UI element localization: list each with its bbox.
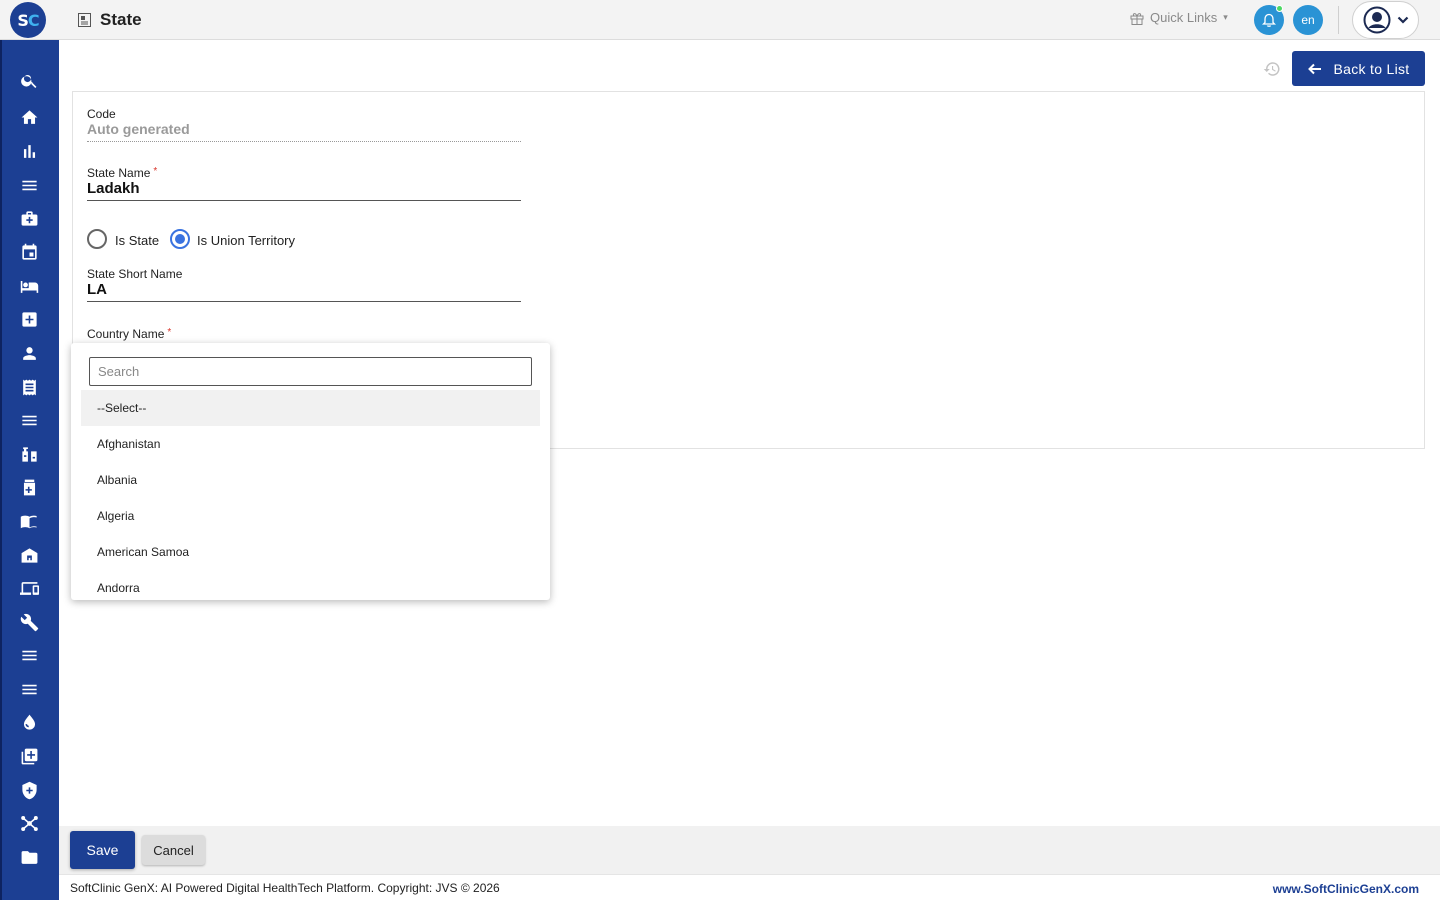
country-dropdown-panel: --Select-- Afghanistan Albania Algeria A… bbox=[71, 343, 550, 600]
page-title: State bbox=[100, 10, 142, 29]
state-name-label-text: State Name bbox=[87, 166, 151, 180]
arrow-left-icon bbox=[1307, 63, 1321, 74]
sidebar-calendar-icon[interactable] bbox=[18, 241, 40, 263]
sidebar-search-icon[interactable] bbox=[18, 69, 40, 91]
country-option[interactable]: Albania bbox=[81, 462, 540, 498]
language-button[interactable]: en bbox=[1293, 5, 1323, 35]
action-bar bbox=[59, 826, 1440, 874]
sidebar-folder-icon[interactable] bbox=[18, 846, 40, 868]
user-avatar-icon bbox=[1363, 6, 1390, 34]
caret-down-icon: ▾ bbox=[1223, 12, 1228, 22]
sidebar-receipt-icon[interactable] bbox=[18, 376, 40, 398]
profile-menu-button[interactable] bbox=[1352, 1, 1419, 39]
sidebar-medical-cross-icon[interactable] bbox=[18, 308, 40, 330]
sidebar-shield-icon[interactable] bbox=[18, 779, 40, 801]
sidebar-bed-icon[interactable] bbox=[18, 275, 40, 297]
sidebar-bar-chart-icon[interactable] bbox=[18, 140, 40, 162]
code-field-underline bbox=[87, 141, 521, 142]
country-options-list: --Select-- Afghanistan Albania Algeria A… bbox=[81, 390, 540, 600]
sidebar bbox=[0, 40, 59, 900]
country-option[interactable]: Algeria bbox=[81, 498, 540, 534]
state-short-name-input[interactable]: LA bbox=[87, 281, 107, 298]
required-marker: * bbox=[167, 327, 172, 338]
sidebar-person-icon[interactable] bbox=[18, 342, 40, 364]
is-state-radio[interactable] bbox=[87, 229, 107, 249]
back-to-list-label: Back to List bbox=[1333, 60, 1410, 77]
sidebar-medical-kit-icon[interactable] bbox=[18, 207, 40, 229]
country-option[interactable]: Andorra bbox=[81, 570, 540, 600]
notification-indicator bbox=[1276, 5, 1283, 12]
bell-icon bbox=[1262, 13, 1276, 27]
sidebar-menu-icon[interactable] bbox=[18, 174, 40, 196]
is-state-label[interactable]: Is State bbox=[115, 233, 159, 248]
is-union-territory-label[interactable]: Is Union Territory bbox=[197, 233, 295, 248]
sidebar-menu-icon-4[interactable] bbox=[18, 678, 40, 700]
footer-website-link[interactable]: www.SoftClinicGenX.com bbox=[1273, 882, 1419, 896]
state-short-name-label: State Short Name bbox=[87, 267, 183, 281]
footer: SoftClinic GenX: AI Powered Digital Heal… bbox=[59, 874, 1440, 900]
quick-links-label: Quick Links bbox=[1150, 10, 1218, 25]
state-name-input[interactable]: Ladakh bbox=[87, 180, 140, 197]
code-label: Code bbox=[87, 107, 116, 121]
sidebar-network-icon[interactable] bbox=[18, 812, 40, 834]
app-logo[interactable]: SC bbox=[10, 2, 46, 38]
sidebar-medicine-icon[interactable] bbox=[18, 476, 40, 498]
sidebar-home-icon[interactable] bbox=[18, 106, 40, 128]
country-name-label-text: Country Name bbox=[87, 327, 165, 341]
sidebar-add-library-icon[interactable] bbox=[18, 745, 40, 767]
is-union-territory-radio[interactable] bbox=[170, 229, 190, 249]
country-option[interactable]: Afghanistan bbox=[81, 426, 540, 462]
footer-copyright: SoftClinic GenX: AI Powered Digital Heal… bbox=[70, 881, 500, 895]
required-marker: * bbox=[153, 166, 158, 177]
page-icon bbox=[78, 13, 91, 27]
quick-links-menu[interactable]: Quick Links ▾ bbox=[1130, 10, 1228, 25]
cancel-button[interactable]: Cancel bbox=[142, 835, 205, 865]
sidebar-menu-icon-2[interactable] bbox=[18, 409, 40, 431]
top-bar: SC State Quick Links ▾ en bbox=[0, 0, 1440, 40]
save-button[interactable]: Save bbox=[70, 831, 135, 869]
country-name-label: Country Name * bbox=[87, 327, 171, 341]
sidebar-menu-icon-3[interactable] bbox=[18, 644, 40, 666]
logo-letter-s: S bbox=[17, 10, 28, 30]
sidebar-devices-icon[interactable] bbox=[18, 577, 40, 599]
sidebar-hospital-icon[interactable] bbox=[18, 544, 40, 566]
header-divider bbox=[1338, 6, 1339, 34]
gift-icon bbox=[1130, 12, 1144, 25]
country-search-input[interactable] bbox=[89, 357, 532, 386]
code-value: Auto generated bbox=[87, 121, 190, 137]
logo-letter-c: C bbox=[27, 10, 40, 30]
country-option[interactable]: --Select-- bbox=[81, 390, 540, 426]
back-to-list-button[interactable]: Back to List bbox=[1292, 51, 1425, 86]
country-option[interactable]: American Samoa bbox=[81, 534, 540, 570]
sidebar-blood-drop-icon[interactable] bbox=[18, 711, 40, 733]
sidebar-book-icon[interactable] bbox=[18, 510, 40, 532]
history-icon[interactable] bbox=[1263, 60, 1281, 78]
sidebar-wrench-icon[interactable] bbox=[18, 611, 40, 633]
state-name-label: State Name * bbox=[87, 166, 157, 180]
state-name-underline bbox=[87, 200, 521, 201]
state-short-name-underline bbox=[87, 301, 521, 302]
chevron-down-icon bbox=[1397, 16, 1408, 24]
sidebar-pharmacy-icon[interactable] bbox=[18, 443, 40, 465]
